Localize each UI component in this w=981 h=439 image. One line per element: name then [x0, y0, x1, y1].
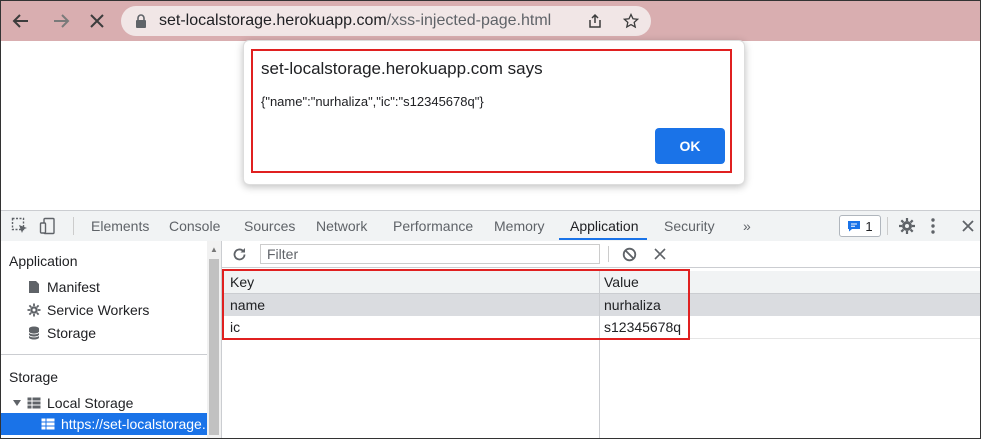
sidebar-item-origin[interactable]: https://set-localstorage.: [41, 416, 206, 432]
tab-security[interactable]: Security: [664, 218, 715, 234]
issues-badge[interactable]: 1: [839, 215, 881, 237]
table-grid-icon: [27, 397, 41, 409]
bookmark-star-icon[interactable]: [621, 11, 641, 31]
refresh-icon[interactable]: [232, 244, 247, 264]
storage-toolbar: Filter: [222, 241, 980, 268]
tabbar-divider-right: [887, 217, 888, 235]
expand-triangle-icon[interactable]: [13, 399, 21, 407]
forward-arrow-icon[interactable]: [47, 7, 75, 35]
sidebar-item-service-workers[interactable]: Service Workers: [27, 302, 149, 318]
stop-loading-icon[interactable]: [83, 7, 111, 35]
gear-icon: [27, 303, 41, 317]
share-icon[interactable]: [585, 11, 605, 31]
document-icon: [29, 281, 39, 293]
browser-toolbar: set-localstorage.herokuapp.com/xss-injec…: [1, 1, 980, 41]
back-arrow-icon[interactable]: [7, 7, 35, 35]
inspect-element-icon[interactable]: [11, 216, 29, 236]
clear-all-icon[interactable]: [622, 244, 637, 264]
table-grid-icon: [41, 418, 55, 430]
more-options-icon[interactable]: [930, 216, 936, 236]
device-toolbar-icon[interactable]: [39, 216, 57, 236]
url-text[interactable]: set-localstorage.herokuapp.com/xss-injec…: [159, 12, 551, 30]
tab-network[interactable]: Network: [316, 218, 367, 234]
devtools-tabbar: Elements Console Sources Network Perform…: [1, 210, 980, 242]
settings-gear-icon[interactable]: [898, 216, 916, 236]
dialog-title: set-localstorage.herokuapp.com says: [261, 59, 543, 78]
table-highlight-box: [222, 269, 690, 340]
tab-application[interactable]: Application: [570, 218, 639, 234]
dialog-message: {"name":"nurhaliza","ic":"s12345678q"}: [261, 94, 484, 109]
address-bar[interactable]: set-localstorage.herokuapp.com/xss-injec…: [121, 6, 651, 36]
toolbar-divider: [608, 244, 609, 264]
application-sidebar: Application Manifest Service Workers Sto…: [1, 241, 208, 438]
sidebar-divider: [1, 354, 207, 355]
ok-button[interactable]: OK: [655, 128, 725, 164]
lock-icon[interactable]: [135, 14, 147, 33]
sidebar-item-manifest[interactable]: Manifest: [27, 279, 100, 295]
tab-memory[interactable]: Memory: [494, 218, 545, 234]
tab-console[interactable]: Console: [169, 218, 220, 234]
tab-sources[interactable]: Sources: [244, 218, 295, 234]
message-icon: [848, 221, 861, 232]
close-devtools-icon[interactable]: [961, 216, 975, 236]
database-icon: [28, 326, 40, 340]
sidebar-item-local-storage[interactable]: Local Storage: [13, 395, 133, 411]
application-heading: Application: [9, 253, 78, 269]
tab-elements[interactable]: Elements: [91, 218, 149, 234]
active-tab-indicator: [559, 238, 647, 240]
scroll-up-arrow-icon[interactable]: ▲: [210, 245, 218, 254]
issues-count: 1: [865, 218, 873, 234]
storage-heading: Storage: [9, 369, 59, 385]
screenshot-frame: set-localstorage.herokuapp.com/xss-injec…: [0, 0, 981, 439]
tab-performance[interactable]: Performance: [393, 218, 473, 234]
tabbar-divider: [73, 217, 74, 235]
filter-input[interactable]: Filter: [260, 244, 600, 264]
sidebar-scrollbar[interactable]: ▲: [207, 241, 222, 438]
delete-selected-icon[interactable]: [654, 244, 666, 264]
more-tabs-button[interactable]: »: [743, 218, 751, 234]
sidebar-item-storage[interactable]: Storage: [27, 325, 96, 341]
scrollbar-thumb[interactable]: [209, 259, 219, 435]
